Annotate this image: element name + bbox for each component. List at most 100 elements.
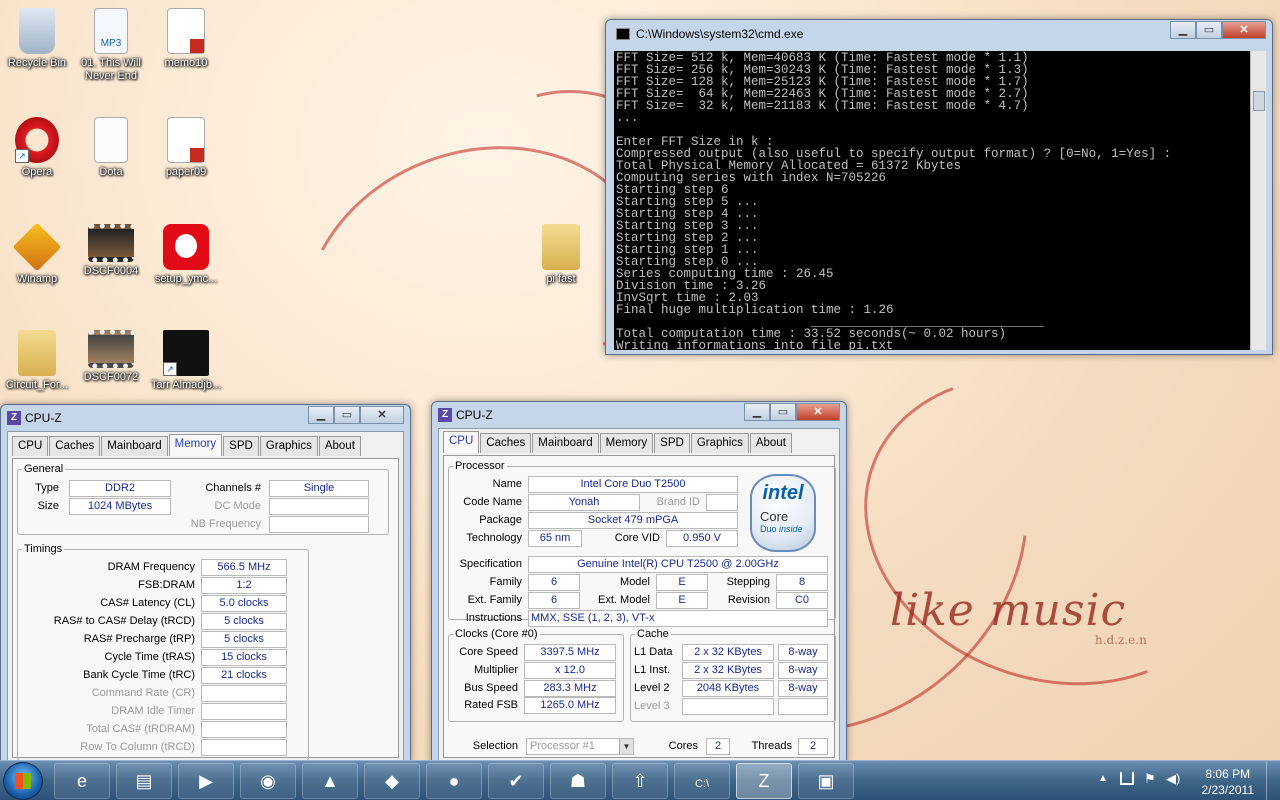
desktop-icon-opera[interactable]: ↗ Opera xyxy=(1,117,73,179)
tab-about[interactable]: About xyxy=(318,436,361,456)
cache-size xyxy=(682,698,774,715)
taskbar-button[interactable]: ▤ xyxy=(116,763,172,799)
taskbar-button[interactable]: ◉ xyxy=(240,763,296,799)
show-desktop-button[interactable] xyxy=(1266,761,1280,800)
vodafone-icon: ● xyxy=(448,771,460,791)
cmd-icon: C:\ xyxy=(694,778,710,790)
tab-mainboard[interactable]: Mainboard xyxy=(101,436,168,456)
taskbar-button[interactable]: e xyxy=(54,763,110,799)
cpuz-memory-window[interactable]: Z CPU-Z ▁ ▭ ✕ CPU Caches Mainboard Memor… xyxy=(0,404,411,764)
cpuz-memory-titlebar[interactable]: Z CPU-Z ▁ ▭ ✕ xyxy=(1,405,410,431)
start-button[interactable] xyxy=(3,762,43,800)
cmd-scrollbar[interactable] xyxy=(1250,51,1266,350)
taskbar-button[interactable]: ⇧ xyxy=(612,763,668,799)
extmodel-label: Ext. Model xyxy=(598,594,650,606)
nb-frequency-value xyxy=(269,516,369,533)
cpuz-cpu-titlebar[interactable]: Z CPU-Z ▁ ▭ ✕ xyxy=(432,402,846,428)
timing-label: FSB:DRAM xyxy=(138,579,195,591)
maximize-button[interactable]: ▭ xyxy=(334,406,360,424)
close-button[interactable]: ✕ xyxy=(796,403,840,421)
desktop-icon-pi-fast[interactable]: pi fast xyxy=(525,224,597,286)
app-icon: ◆ xyxy=(385,771,399,791)
taskbar-button[interactable]: ▶ xyxy=(178,763,234,799)
codename-label: Code Name xyxy=(463,496,522,508)
timing-label: Total CAS# (tRDRAM) xyxy=(86,723,195,735)
minimize-button[interactable]: ▁ xyxy=(1170,21,1196,39)
cpuz-memory-body: CPU Caches Mainboard Memory SPD Graphics… xyxy=(7,431,404,763)
winamp-icon xyxy=(12,222,62,272)
desktop-icon-dota[interactable]: Dota xyxy=(75,117,147,179)
flag-icon[interactable]: ⚑ xyxy=(1144,771,1156,787)
pdf-icon xyxy=(167,8,205,54)
package-value: Socket 479 mPGA xyxy=(528,512,738,529)
tab-memory[interactable]: Memory xyxy=(168,434,223,456)
instructions-value: MMX, SSE (1, 2, 3), VT-x xyxy=(528,610,828,627)
selection-dropdown[interactable]: Processor #1 ▼ xyxy=(526,738,634,755)
cmd-output[interactable]: FFT Size= 512 k, Mem=40683 K (Time: Fast… xyxy=(614,51,1250,350)
desktop-icon-dscf0072[interactable]: DSCF0072 xyxy=(75,330,147,384)
tab-caches[interactable]: Caches xyxy=(480,433,532,453)
maximize-button[interactable]: ▭ xyxy=(770,403,796,421)
volume-icon[interactable]: ◀) xyxy=(1166,771,1180,787)
desktop-icon-paper09[interactable]: paper09 xyxy=(150,117,222,179)
timing-value xyxy=(201,739,287,756)
stepping-label: Stepping xyxy=(726,576,770,588)
taskbar-button[interactable]: C:\ xyxy=(674,763,730,799)
taskbar-button[interactable]: ◆ xyxy=(364,763,420,799)
ie-icon: e xyxy=(76,771,87,791)
timing-value: 15 clocks xyxy=(201,649,287,666)
desktop-icon-winamp[interactable]: Winamp xyxy=(1,222,73,286)
minimize-button[interactable]: ▁ xyxy=(744,403,770,421)
tab-spd[interactable]: SPD xyxy=(654,433,690,453)
clock[interactable]: 8:06 PM 2/23/2011 xyxy=(1202,766,1255,798)
extmodel-value: E xyxy=(656,592,708,609)
cmd-titlebar[interactable]: C:\Windows\system32\cmd.exe ▁ ▭ ✕ xyxy=(606,20,1272,48)
desktop-icon-tarr[interactable]: ↗ Tarr Almadjb... xyxy=(150,330,222,392)
tab-memory[interactable]: Memory xyxy=(599,433,654,453)
maximize-button[interactable]: ▭ xyxy=(1196,21,1222,39)
scrollbar-thumb[interactable] xyxy=(1253,91,1265,111)
multiplier-label: Multiplier xyxy=(473,664,518,676)
tab-graphics[interactable]: Graphics xyxy=(259,436,318,456)
close-button[interactable]: ✕ xyxy=(360,406,404,424)
tab-mainboard[interactable]: Mainboard xyxy=(532,433,599,453)
cmd-window[interactable]: C:\Windows\system32\cmd.exe ▁ ▭ ✕ FFT Si… xyxy=(605,19,1273,355)
tab-about[interactable]: About xyxy=(749,433,792,453)
package-label: Package xyxy=(479,514,522,526)
tab-cpu[interactable]: CPU xyxy=(12,436,49,456)
mp3-file-icon: MP3 xyxy=(94,8,128,54)
cores-label: Cores xyxy=(668,740,698,752)
desktop-icon-vodafone-setup[interactable]: setup_ymc... xyxy=(150,224,222,286)
taskbar-button[interactable]: ▣ xyxy=(798,763,854,799)
taskbar-button[interactable]: ▲ xyxy=(302,763,358,799)
window-controls: ▁ ▭ ✕ xyxy=(744,403,840,421)
desktop-icon-memo10[interactable]: memo10 xyxy=(150,8,222,70)
tab-cpu[interactable]: CPU xyxy=(443,431,480,453)
taskbar-button[interactable]: Z xyxy=(736,763,792,799)
taskbar-button[interactable]: ✔ xyxy=(488,763,544,799)
close-button[interactable]: ✕ xyxy=(1222,21,1266,39)
tray-expand-icon[interactable]: ▲ xyxy=(1098,773,1108,784)
taskbar-button[interactable]: ● xyxy=(426,763,482,799)
model-label: Model xyxy=(620,576,650,588)
desktop-icon-circuit[interactable]: Circuit_For... xyxy=(1,330,73,392)
revision-value: C0 xyxy=(776,592,828,609)
video-icon xyxy=(88,224,134,262)
taskbar-button[interactable]: ☗ xyxy=(550,763,606,799)
type-label: Type xyxy=(35,482,59,494)
desktop-icon-recycle-bin[interactable]: Recycle Bin xyxy=(1,8,73,70)
window-controls: ▁ ▭ ✕ xyxy=(308,406,404,424)
core-speed-value: 3397.5 MHz xyxy=(524,644,616,661)
desktop-icon-mp3[interactable]: MP3 01. This Will Never End xyxy=(75,8,147,83)
timing-value: 5 clocks xyxy=(201,631,287,648)
minimize-button[interactable]: ▁ xyxy=(308,406,334,424)
tab-graphics[interactable]: Graphics xyxy=(690,433,749,453)
selection-label: Selection xyxy=(472,740,518,752)
tab-caches[interactable]: Caches xyxy=(49,436,101,456)
timing-label: Bank Cycle Time (tRC) xyxy=(83,669,195,681)
tab-spd[interactable]: SPD xyxy=(223,436,259,456)
cpuz-cpu-window[interactable]: Z CPU-Z ▁ ▭ ✕ CPU Caches Mainboard Memor… xyxy=(431,401,847,764)
desktop-icon-dscf0004[interactable]: DSCF0004 xyxy=(75,224,147,278)
network-icon[interactable] xyxy=(1120,772,1134,785)
wallpaper-text: like music xyxy=(890,585,1127,636)
